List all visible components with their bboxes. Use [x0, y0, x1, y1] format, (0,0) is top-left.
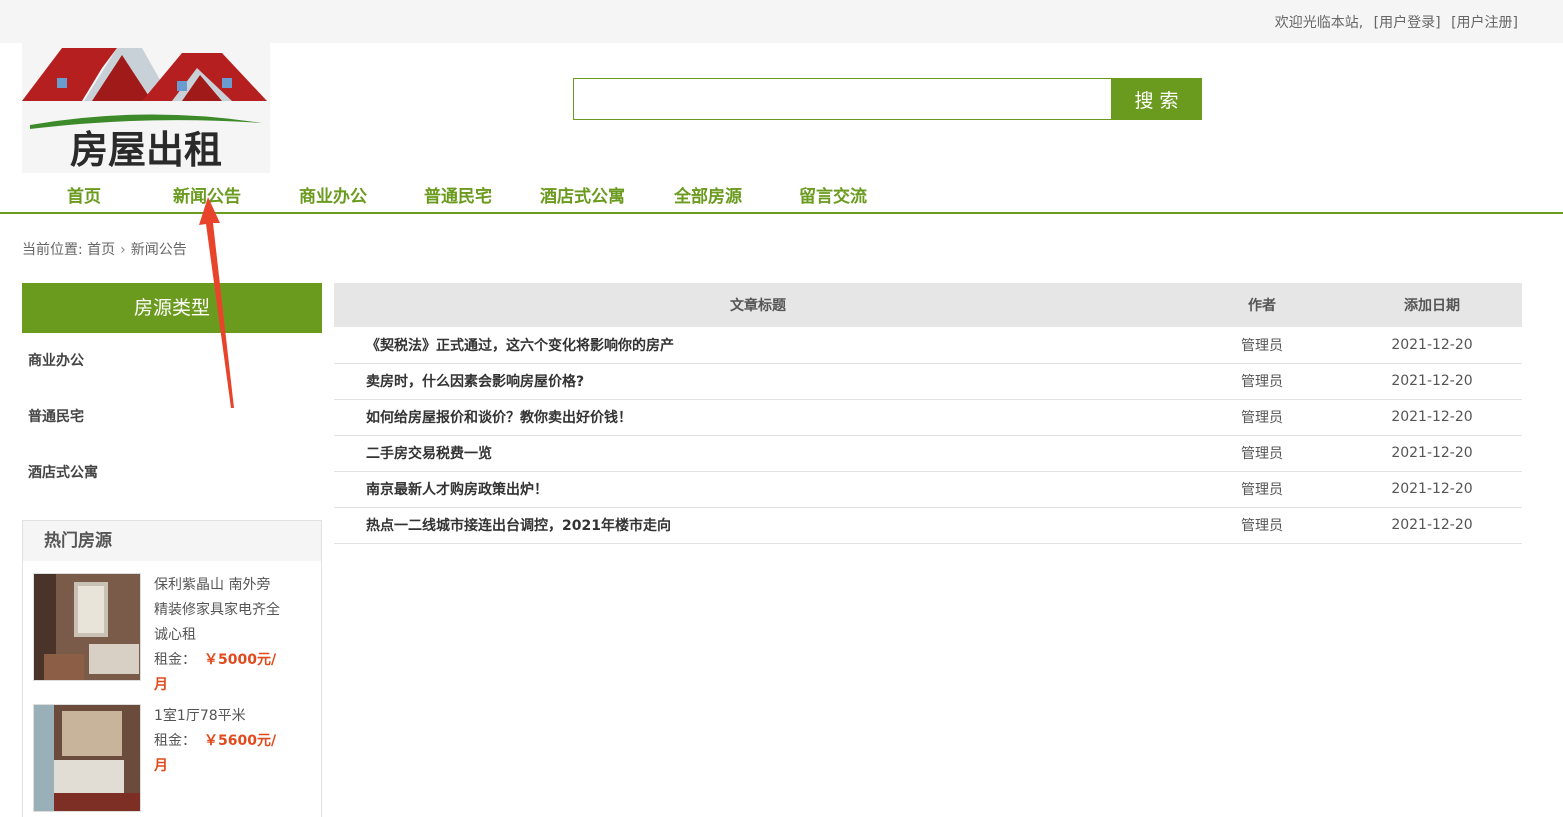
article-author: 管理员 [1182, 327, 1342, 364]
article-author: 管理员 [1182, 435, 1342, 472]
article-author: 管理员 [1182, 399, 1342, 436]
article-author: 管理员 [1182, 507, 1342, 544]
category-sidebar: 房源类型 商业办公 普通民宅 酒店式公寓 [22, 283, 322, 501]
news-table: 文章标题 作者 添加日期 《契税法》正式通过，这六个变化将影响你的房产 管理员 … [334, 283, 1522, 544]
article-date: 2021-12-20 [1342, 399, 1522, 436]
listing-photo[interactable] [33, 573, 141, 681]
nav-commercial-office[interactable]: 商业办公 [299, 182, 367, 207]
search-input[interactable] [573, 78, 1112, 120]
logo-text: 房屋出租 [70, 128, 222, 172]
nav-hotel-apartment[interactable]: 酒店式公寓 [540, 182, 625, 207]
article-date: 2021-12-20 [1342, 327, 1522, 364]
listing-info: 1室1厅78平米 租金： ￥5600元/月 [154, 704, 284, 779]
breadcrumb-chevron-icon: › [120, 242, 126, 258]
user-links: 欢迎光临本站, [用户登录] [用户注册] [1275, 12, 1518, 32]
price-label: 租金： [154, 652, 196, 668]
article-date: 2021-12-20 [1342, 435, 1522, 472]
register-link[interactable]: [用户注册] [1451, 15, 1518, 31]
listing-info: 保利紫晶山 南外旁精装修家具家电齐全 诚心租 租金： ￥5000元/月 [154, 573, 284, 698]
search-bar: 搜索 [573, 78, 1202, 120]
article-author: 管理员 [1182, 471, 1342, 508]
article-date: 2021-12-20 [1342, 363, 1522, 400]
welcome-text: 欢迎光临本站, [1274, 15, 1364, 31]
search-button[interactable]: 搜索 [1111, 78, 1202, 120]
table-row: 二手房交易税费一览 管理员 2021-12-20 [334, 435, 1522, 472]
hot-listings: 热门房源 保利紫晶山 南外旁精装修家具家电齐全 诚心租 租金：￥5000元/月 [22, 520, 322, 817]
article-author: 管理员 [1182, 363, 1342, 400]
table-row: 南京最新人才购房政策出炉！ 管理员 2021-12-20 [334, 471, 1522, 508]
nav-news[interactable]: 新闻公告 [173, 182, 241, 207]
main-nav: 首页 新闻公告 商业办公 普通民宅 酒店式公寓 全部房源 留言交流 [0, 174, 1563, 214]
table-header-row: 文章标题 作者 添加日期 [334, 283, 1522, 327]
table-row: 如何给房屋报价和谈价？教你卖出好价钱！ 管理员 2021-12-20 [334, 399, 1522, 436]
sidebar-item-commercial-office[interactable]: 商业办公 [22, 333, 322, 389]
article-title-link[interactable]: 如何给房屋报价和谈价？教你卖出好价钱！ [366, 410, 632, 426]
nav-guestbook[interactable]: 留言交流 [799, 182, 867, 207]
sidebar-item-hotel-apartment[interactable]: 酒店式公寓 [22, 445, 322, 501]
article-title-link[interactable]: 二手房交易税费一览 [366, 446, 492, 462]
login-link[interactable]: [用户登录] [1374, 15, 1441, 31]
house-logo-icon: 房屋出租 [22, 43, 270, 173]
article-title-link[interactable]: 南京最新人才购房政策出炉！ [366, 482, 548, 498]
sidebar-title: 房源类型 [22, 283, 322, 333]
article-date: 2021-12-20 [1342, 471, 1522, 508]
table-row: 《契税法》正式通过，这六个变化将影响你的房产 管理员 2021-12-20 [334, 327, 1522, 364]
listing-title[interactable]: 1室1厅78平米 [154, 704, 284, 729]
column-header-title: 文章标题 [334, 283, 1182, 327]
article-title-link[interactable]: 热点一二线城市接连出台调控，2021年楼市走向 [366, 518, 671, 534]
nav-home[interactable]: 首页 [67, 182, 101, 207]
breadcrumb-prefix: 当前位置: [22, 242, 83, 258]
nav-residential[interactable]: 普通民宅 [424, 182, 492, 207]
article-title-link[interactable]: 《契税法》正式通过，这六个变化将影响你的房产 [366, 338, 674, 354]
article-title-link[interactable]: 卖房时，什么因素会影响房屋价格? [366, 374, 584, 390]
price-label: 租金： [154, 733, 196, 749]
nav-all-listings[interactable]: 全部房源 [674, 182, 742, 207]
breadcrumb-home[interactable]: 首页 [87, 242, 115, 258]
sidebar-item-residential[interactable]: 普通民宅 [22, 389, 322, 445]
column-header-date: 添加日期 [1342, 283, 1522, 327]
table-row: 卖房时，什么因素会影响房屋价格? 管理员 2021-12-20 [334, 363, 1522, 400]
breadcrumb: 当前位置: 首页 › 新闻公告 [22, 239, 187, 259]
listing-photo[interactable] [33, 704, 141, 812]
column-header-author: 作者 [1182, 283, 1342, 327]
top-bar: 欢迎光临本站, [用户登录] [用户注册] [0, 0, 1563, 43]
site-logo[interactable]: 房屋出租 [22, 43, 270, 173]
breadcrumb-current: 新闻公告 [130, 242, 187, 258]
hot-listings-title: 热门房源 [23, 521, 321, 561]
listing-title[interactable]: 保利紫晶山 南外旁精装修家具家电齐全 诚心租 [154, 573, 284, 648]
table-row: 热点一二线城市接连出台调控，2021年楼市走向 管理员 2021-12-20 [334, 507, 1522, 544]
article-date: 2021-12-20 [1342, 507, 1522, 544]
